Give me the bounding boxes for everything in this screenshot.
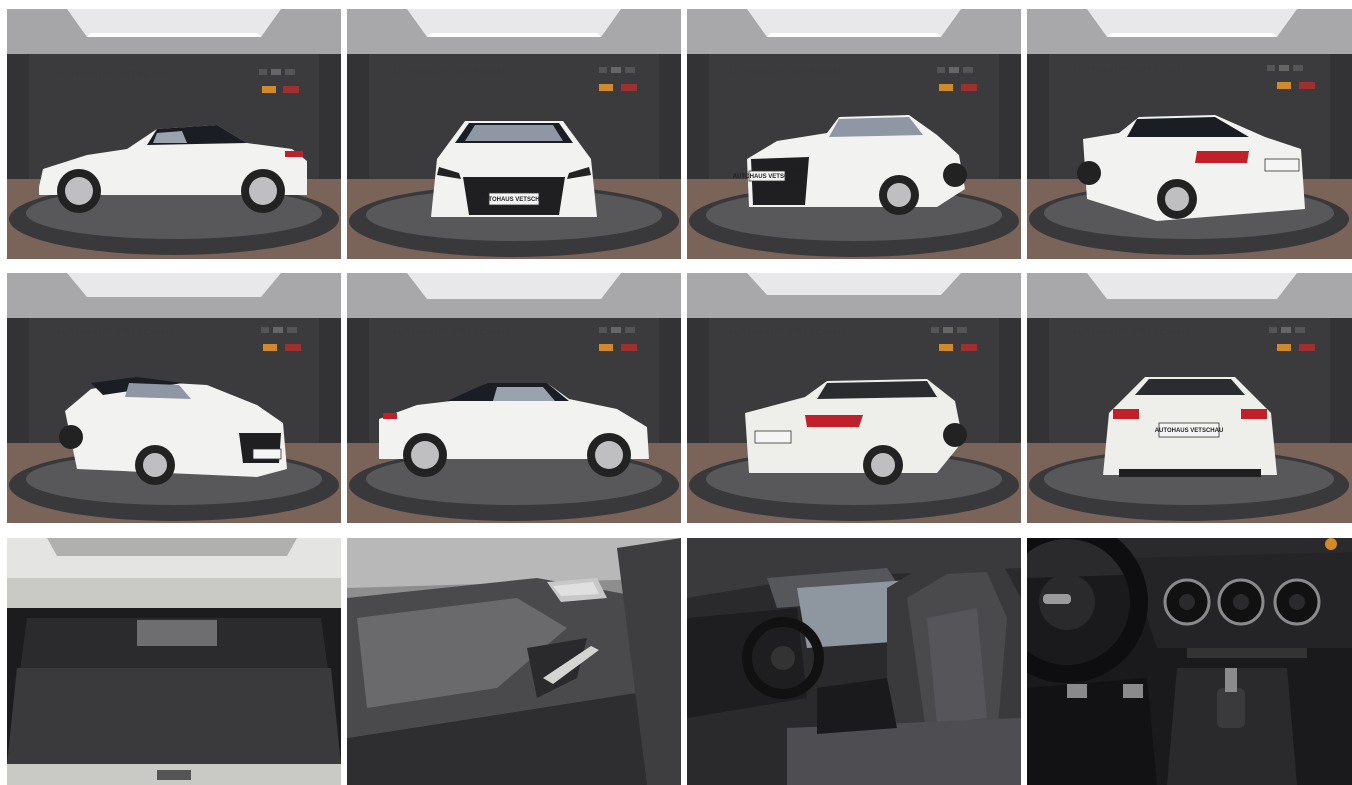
svg-text:AUTOHAUS VETSCHAU: AUTOHAUS VETSCHAU bbox=[1070, 65, 1189, 75]
gallery-photo-door-panel[interactable] bbox=[347, 538, 681, 785]
gallery-photo-rear-left[interactable]: AUTOHAUS VETSCHAU bbox=[1027, 9, 1352, 259]
gallery-photo-dashboard[interactable] bbox=[1027, 538, 1352, 785]
svg-text:AUTOHAUS VETSCHAU: AUTOHAUS VETSCHAU bbox=[390, 327, 509, 337]
svg-text:AUTOHAUS VETSCHAU: AUTOHAUS VETSCHAU bbox=[726, 327, 845, 337]
gallery-photo-front-left[interactable]: AUTOHAUS VETSCHAU bbox=[7, 273, 341, 523]
svg-text:AUTOHAUS VETSCHAU: AUTOHAUS VETSCHAU bbox=[54, 69, 173, 79]
gallery-photo-rear[interactable]: AUTOHAUS VETSCHAU AUTOHAUS VETSCHAU bbox=[1027, 273, 1352, 523]
gallery-photo-rear-right[interactable]: AUTOHAUS VETSCHAU bbox=[687, 273, 1021, 523]
gallery-photo-front-seats[interactable] bbox=[687, 538, 1021, 785]
photo-gallery: AUTOHAUS VETSCHAU AUTOHAUS VETSCHAU AUTO… bbox=[0, 0, 1352, 785]
license-plate: AUTOHAUS VETSCHAU bbox=[733, 174, 802, 180]
svg-text:AUTOHAUS VETSCHAU: AUTOHAUS VETSCHAU bbox=[54, 327, 173, 337]
license-plate: AUTOHAUS VETSCHAU bbox=[480, 197, 549, 203]
gallery-photo-trunk[interactable] bbox=[7, 538, 341, 785]
gallery-photo-front[interactable]: AUTOHAUS VETSCHAU AUTOHAUS VETSCHAU bbox=[347, 9, 681, 259]
svg-text:AUTOHAUS VETSCHAU: AUTOHAUS VETSCHAU bbox=[726, 67, 845, 77]
svg-text:AUTOHAUS VETSCHAU: AUTOHAUS VETSCHAU bbox=[390, 67, 509, 77]
gallery-photo-front-right[interactable]: AUTOHAUS VETSCHAU AUTOHAUS VETSCHAU bbox=[687, 9, 1021, 259]
license-plate: AUTOHAUS VETSCHAU bbox=[1155, 428, 1224, 434]
gallery-photo-side-left[interactable]: AUTOHAUS VETSCHAU bbox=[7, 9, 341, 259]
gallery-photo-side-right[interactable]: AUTOHAUS VETSCHAU bbox=[347, 273, 681, 523]
svg-text:AUTOHAUS VETSCHAU: AUTOHAUS VETSCHAU bbox=[1070, 327, 1189, 337]
